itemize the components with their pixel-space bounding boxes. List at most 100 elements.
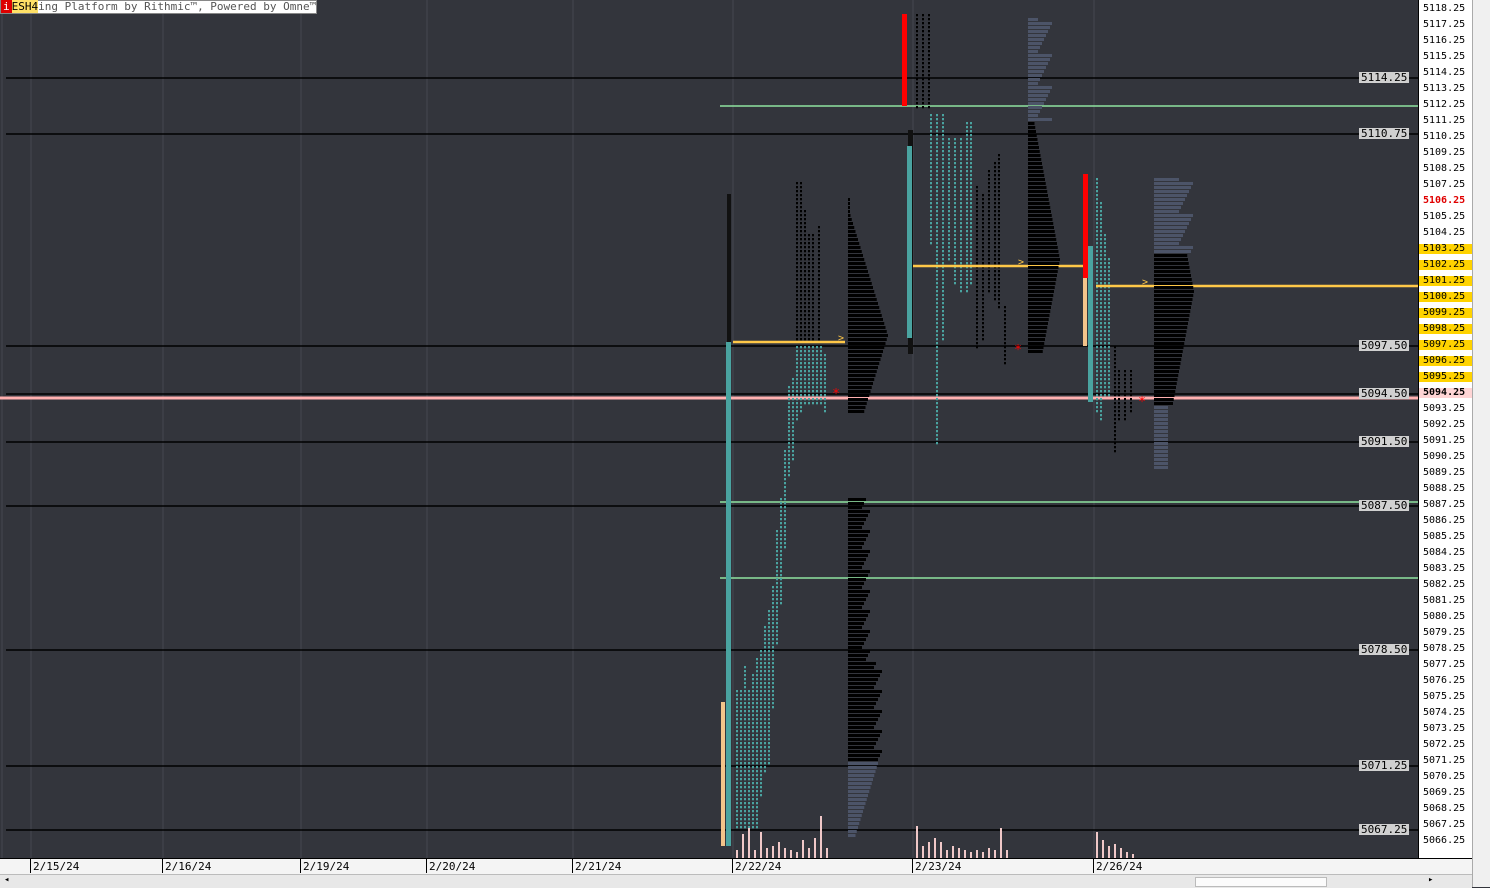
- tpo-column: [800, 190, 802, 193]
- tpo-column: [1104, 374, 1106, 377]
- scroll-thumb[interactable]: [1195, 877, 1327, 887]
- tpo-column: [808, 262, 810, 265]
- tpo-column: [936, 318, 938, 321]
- tpo-column: [976, 238, 978, 241]
- tpo-column: [1114, 394, 1116, 397]
- tpo-column: [942, 210, 944, 213]
- tpo-column: [966, 270, 968, 273]
- volume-profile: [1154, 230, 1185, 233]
- tpo-column: [740, 822, 742, 825]
- vpoc-arrow-icon: >: [1018, 257, 1024, 268]
- date-axis[interactable]: 2/15/24 2/16/24 2/19/24 2/20/24 2/21/24 2/22/…: [0, 858, 1472, 875]
- tpo-column: [988, 242, 990, 245]
- tpo-column: [976, 302, 978, 305]
- tpo-column: [970, 210, 972, 213]
- indicator-badge[interactable]: i: [1, 0, 12, 13]
- tpo-column: [818, 314, 820, 317]
- tpo-column: [796, 370, 798, 373]
- tpo-column: [998, 294, 1000, 297]
- scroll-left-icon[interactable]: ◂: [4, 875, 9, 885]
- tpo-column: [954, 218, 956, 221]
- tpo-column: [824, 358, 826, 361]
- tpo-column: [976, 190, 978, 193]
- tpo-column: [930, 214, 932, 217]
- tpo-column: [1124, 402, 1126, 405]
- volume-profile: [848, 246, 861, 249]
- price-tick-label: 5108.25: [1423, 163, 1466, 174]
- tpo-column: [976, 262, 978, 265]
- volume-profile: [848, 606, 862, 609]
- volume-profile: [848, 650, 870, 653]
- tpo-column: [942, 282, 944, 285]
- session-range-bar: [907, 146, 912, 338]
- tpo-column: [994, 234, 996, 237]
- volume-profile: [1154, 354, 1182, 357]
- tpo-column: [804, 286, 806, 289]
- tpo-column: [764, 678, 766, 681]
- volume-profile: [1028, 34, 1046, 37]
- tpo-column: [820, 402, 822, 405]
- tpo-column: [1114, 446, 1116, 449]
- initial-balance-bar: [1083, 278, 1087, 346]
- tpo-column: [928, 54, 930, 57]
- tpo-column: [760, 654, 762, 657]
- volume-profile: [848, 666, 874, 669]
- tpo-column: [744, 678, 746, 681]
- scroll-right-icon[interactable]: ▸: [1428, 875, 1433, 885]
- tpo-column: [796, 230, 798, 233]
- tpo-column: [1130, 374, 1132, 377]
- tpo-column: [1100, 406, 1102, 409]
- volume-profile: [848, 206, 850, 209]
- tpo-column: [820, 398, 822, 401]
- tpo-column: [970, 246, 972, 249]
- vertical-scrollbar[interactable]: [1472, 0, 1490, 887]
- tpo-column: [784, 474, 786, 477]
- volume-profile: [848, 610, 870, 613]
- tpo-column: [784, 514, 786, 517]
- tpo-column: [772, 674, 774, 677]
- tpo-column: [942, 238, 944, 241]
- tpo-column: [960, 234, 962, 237]
- volume-profile: [1028, 314, 1050, 317]
- tpo-column: [960, 226, 962, 229]
- volume-profile: [848, 674, 880, 677]
- volume-profile: [1154, 234, 1183, 237]
- volume-profile: [848, 782, 872, 785]
- volume-profile: [848, 594, 868, 597]
- price-tick-label: 5109.25: [1423, 147, 1466, 158]
- tpo-column: [1108, 314, 1110, 317]
- tpo-column: [954, 242, 956, 245]
- tpo-column: [982, 274, 984, 277]
- tpo-column: [988, 174, 990, 177]
- tpo-column: [942, 158, 944, 161]
- chart-canvas[interactable]: ***>>>: [0, 0, 1418, 858]
- date-separator: [300, 859, 301, 873]
- tpo-column: [982, 290, 984, 293]
- tpo-column: [966, 286, 968, 289]
- tpo-column: [960, 178, 962, 181]
- tpo-column: [776, 562, 778, 565]
- tpo-column: [936, 286, 938, 289]
- market-profile-chart[interactable]: * * * > > > 5114.25 5110.75 5097.50 5094.50 5091.…: [0, 0, 1418, 858]
- tpo-column: [1104, 318, 1106, 321]
- volume-profile: [1154, 242, 1179, 245]
- price-axis[interactable]: 5118.25 5117.25 5116.25 5115.25 5114.25 5113.…: [1418, 0, 1473, 858]
- tpo-column: [764, 686, 766, 689]
- tpo-column: [824, 370, 826, 373]
- symbol-label[interactable]: ESH4: [11, 0, 39, 13]
- volume-profile: [848, 766, 877, 769]
- tpo-column: [948, 238, 950, 241]
- volume-bar: [766, 848, 768, 858]
- tpo-column: [740, 718, 742, 721]
- volume-profile: [1154, 222, 1189, 225]
- tpo-column: [768, 742, 770, 745]
- tpo-column: [804, 306, 806, 309]
- tpo-column: [960, 142, 962, 145]
- horizontal-scrollbar[interactable]: ◂ ▸: [0, 874, 1472, 888]
- tpo-column: [1100, 342, 1102, 345]
- tpo-column: [1114, 442, 1116, 445]
- volume-profile: [848, 722, 876, 725]
- tpo-column: [936, 410, 938, 413]
- tpo-column: [764, 730, 766, 733]
- tpo-column: [936, 438, 938, 441]
